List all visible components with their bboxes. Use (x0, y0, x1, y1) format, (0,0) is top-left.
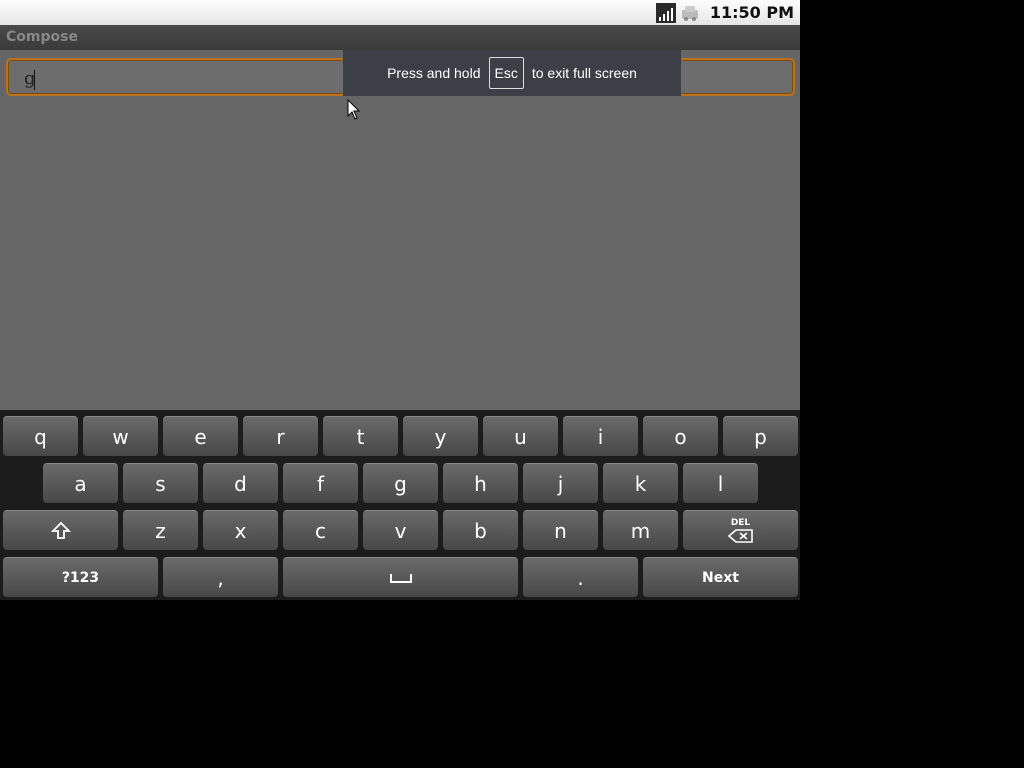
shift-icon (50, 521, 71, 539)
text-caret (34, 70, 35, 90)
key-c[interactable]: c (283, 510, 358, 550)
key-s[interactable]: s (123, 463, 198, 503)
mouse-pointer-icon (347, 99, 361, 120)
esc-key-hint: Esc (488, 57, 524, 89)
key-f[interactable]: f (283, 463, 358, 503)
key-r[interactable]: r (243, 416, 318, 456)
key-u[interactable]: u (483, 416, 558, 456)
comma-key[interactable]: , (163, 557, 278, 597)
key-n[interactable]: n (523, 510, 598, 550)
signal-icon (655, 2, 676, 23)
key-i[interactable]: i (563, 416, 638, 456)
key-g[interactable]: g (363, 463, 438, 503)
fullscreen-toast: Press and hold Esc to exit full screen (343, 50, 681, 96)
key-x[interactable]: x (203, 510, 278, 550)
key-h[interactable]: h (443, 463, 518, 503)
key-p[interactable]: p (723, 416, 798, 456)
key-y[interactable]: y (403, 416, 478, 456)
title-bar: Compose (0, 25, 800, 50)
backspace-icon (727, 529, 753, 543)
status-time: 11:50 PM (709, 3, 794, 22)
key-m[interactable]: m (603, 510, 678, 550)
key-d[interactable]: d (203, 463, 278, 503)
period-key[interactable]: . (523, 557, 638, 597)
next-key[interactable]: Next (643, 557, 798, 597)
space-bar-icon (389, 573, 412, 583)
shift-key[interactable] (3, 510, 118, 550)
key-a[interactable]: a (43, 463, 118, 503)
status-bar: 11:50 PM (0, 0, 800, 25)
app-title: Compose (6, 29, 78, 45)
key-b[interactable]: b (443, 510, 518, 550)
key-t[interactable]: t (323, 416, 398, 456)
key-k[interactable]: k (603, 463, 678, 503)
content-area (0, 50, 800, 410)
key-o[interactable]: o (643, 416, 718, 456)
key-j[interactable]: j (523, 463, 598, 503)
key-w[interactable]: w (83, 416, 158, 456)
key-l[interactable]: l (683, 463, 758, 503)
soft-keyboard: q w e r t y u i o p a s d f g h j k l z … (0, 410, 800, 600)
delete-key[interactable]: DEL (683, 510, 798, 550)
delete-key-label: DEL (730, 518, 751, 528)
key-z[interactable]: z (123, 510, 198, 550)
space-key[interactable] (283, 557, 518, 597)
toast-suffix: to exit full screen (531, 65, 637, 81)
key-v[interactable]: v (363, 510, 438, 550)
symbols-key[interactable]: ?123 (3, 557, 158, 597)
toast-prefix: Press and hold (387, 65, 481, 81)
status-icons: 11:50 PM (655, 0, 794, 25)
key-e[interactable]: e (163, 416, 238, 456)
key-q[interactable]: q (3, 416, 78, 456)
car-mode-icon (681, 5, 698, 21)
android-screen: 11:50 PM Compose g Press and hold Esc to… (0, 0, 800, 600)
